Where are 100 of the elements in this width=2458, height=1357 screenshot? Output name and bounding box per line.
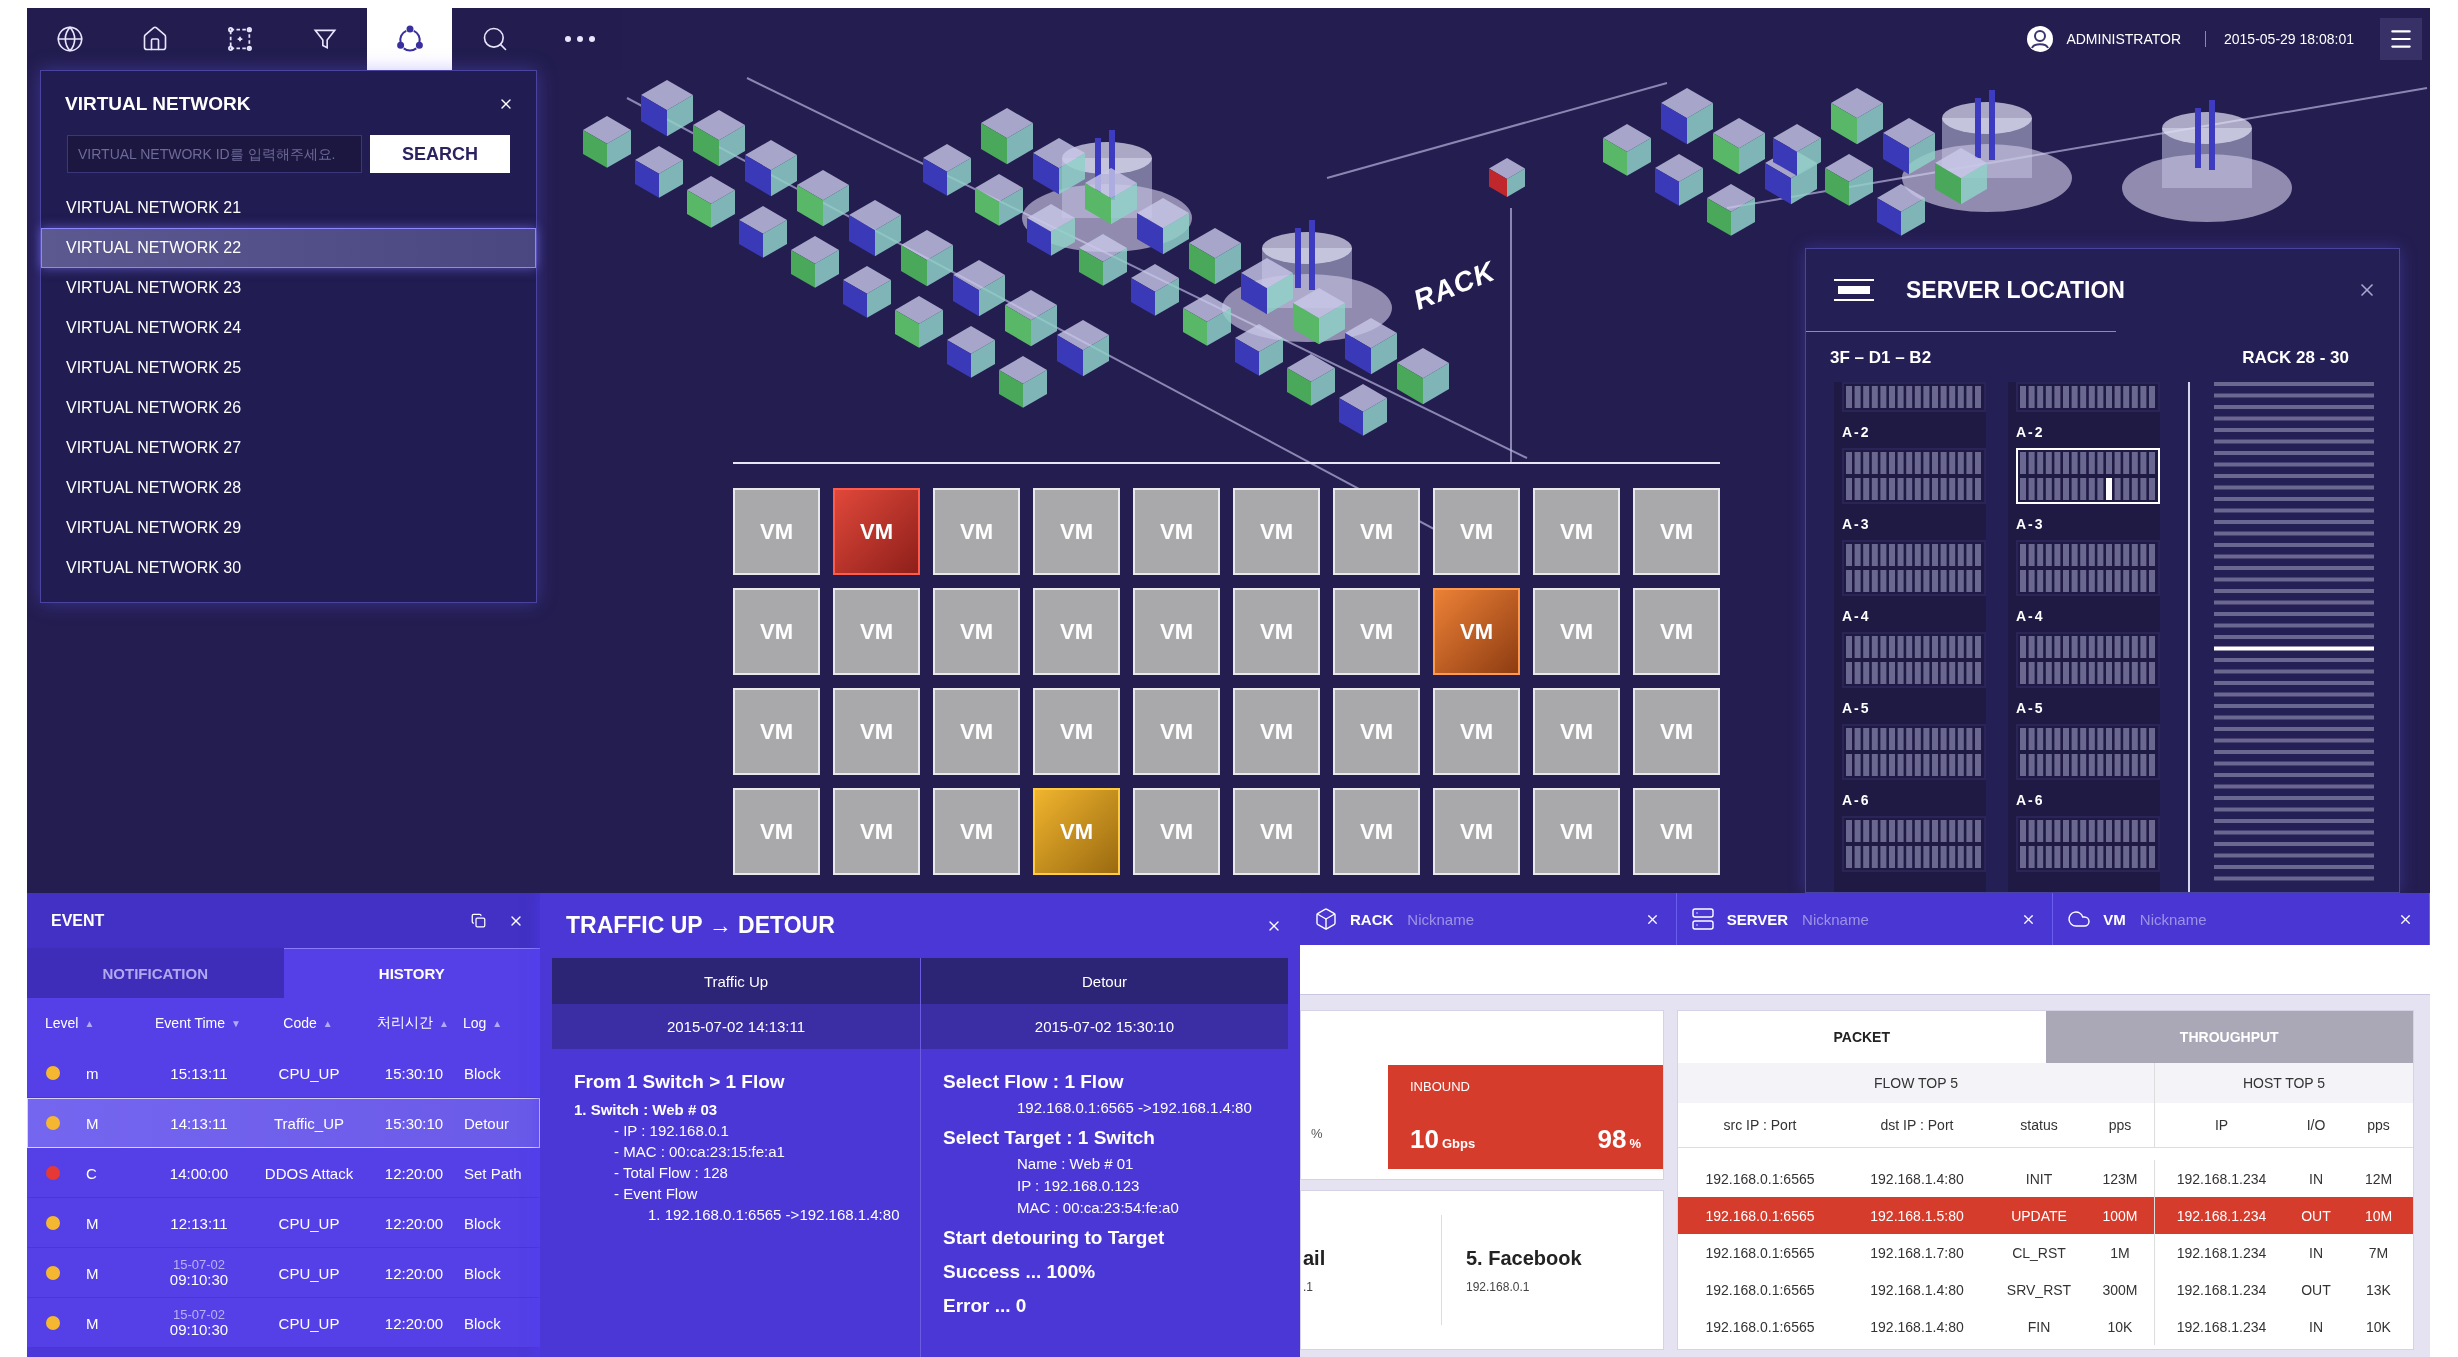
column-header: Traffic Up <box>552 958 920 1004</box>
tab[interactable]: NOTIFICATION <box>27 948 284 998</box>
vm-tile[interactable]: VM <box>933 788 1020 875</box>
column-header[interactable]: 처리시간 ▲ <box>363 1014 463 1032</box>
nickname-field[interactable]: Nickname <box>1800 909 2008 929</box>
menu-button[interactable] <box>2380 18 2422 60</box>
network-list-item[interactable]: VIRTUAL NETWORK 27 <box>41 428 536 468</box>
network-list-item[interactable]: VIRTUAL NETWORK 22 <box>41 228 536 268</box>
event-row[interactable]: M 15-07-02 09:10:30 CPU_UP 12:20:00 Block <box>27 1248 540 1298</box>
network-list-item[interactable]: VIRTUAL NETWORK 30 <box>41 548 536 588</box>
vm-tile[interactable]: VM <box>1033 488 1120 575</box>
vm-tile[interactable]: VM <box>733 688 820 775</box>
network-list-item[interactable]: VIRTUAL NETWORK 24 <box>41 308 536 348</box>
vm-tile[interactable]: VM <box>1533 588 1620 675</box>
table-cell-text: Block <box>464 1064 502 1082</box>
vm-tile[interactable]: VM <box>733 788 820 875</box>
vm-tile[interactable]: VM <box>1133 588 1220 675</box>
panel-title: VIRTUAL NETWORK <box>65 93 251 115</box>
network-list-item[interactable]: VIRTUAL NETWORK 21 <box>41 188 536 228</box>
server-slots-drawing[interactable] <box>1842 632 1986 688</box>
vm-tile[interactable]: VM <box>1233 788 1320 875</box>
vm-tile[interactable]: VM <box>1333 688 1420 775</box>
vm-tile[interactable]: VM <box>1633 688 1720 775</box>
network-list-item[interactable]: VIRTUAL NETWORK 26 <box>41 388 536 428</box>
vm-tile[interactable]: VM <box>1033 688 1120 775</box>
vm-tile[interactable]: VM <box>1333 788 1420 875</box>
network-list-item[interactable]: VIRTUAL NETWORK 29 <box>41 508 536 548</box>
column-header[interactable]: Code ▲ <box>253 1015 363 1031</box>
vm-tile[interactable]: VM <box>1033 588 1120 675</box>
vm-tile[interactable]: VM <box>733 488 820 575</box>
event-row[interactable]: m 15:13:11 CPU_UP 15:30:10 Block <box>27 1048 540 1098</box>
vm-tile[interactable]: VM <box>833 688 920 775</box>
server-slots-drawing[interactable] <box>1842 448 1986 504</box>
network-list-item[interactable]: VIRTUAL NETWORK 25 <box>41 348 536 388</box>
vm-tile[interactable]: VM <box>1533 788 1620 875</box>
vm-tile[interactable]: VM <box>1533 688 1620 775</box>
vm-tile[interactable]: VM <box>1033 788 1120 875</box>
column-header[interactable]: Log ▲ <box>463 1015 540 1031</box>
table-cell-text: CPU_UP <box>277 1264 341 1282</box>
tab[interactable]: HISTORY <box>283 948 540 998</box>
panel-title: SERVER LOCATION <box>1906 276 2126 304</box>
server-slots-drawing[interactable] <box>2016 816 2160 872</box>
search-button[interactable]: SEARCH <box>370 135 510 173</box>
table-cell-text: DDOS Attack <box>263 1164 355 1182</box>
search-field[interactable]: VIRTUAL NETWORK ID를 입력해주세요. <box>67 135 362 173</box>
server-slots-drawing[interactable] <box>1842 540 1986 596</box>
vm-tile[interactable]: VM <box>833 488 920 575</box>
selected-server-slots-drawing[interactable] <box>2016 448 2160 504</box>
vm-tile[interactable]: VM <box>1133 488 1220 575</box>
table-cell-text: 13K <box>2365 1280 2392 1300</box>
column-header[interactable]: Event Time ▼ <box>143 1015 253 1031</box>
vm-tile[interactable]: VM <box>1233 688 1320 775</box>
vm-tile[interactable]: VM <box>1633 788 1720 875</box>
detail-text: - Event Flow <box>613 1185 699 1202</box>
server-slots-drawing[interactable] <box>1842 382 1986 412</box>
nickname-field[interactable]: Nickname <box>1405 909 1631 929</box>
vm-tile[interactable]: VM <box>1433 788 1520 875</box>
vm-tile[interactable]: VM <box>1233 488 1320 575</box>
server-slots-drawing[interactable] <box>2016 632 2160 688</box>
server-slots-drawing[interactable] <box>2016 724 2160 780</box>
server-slots-drawing[interactable] <box>2016 382 2160 412</box>
server-unit-icon <box>1834 279 1874 301</box>
table-cell: 192.168.1.234 <box>2154 1197 2288 1234</box>
table-cell-text: 15:30:10 <box>383 1064 445 1082</box>
vm-tile[interactable]: VM <box>833 588 920 675</box>
vm-tile[interactable]: VM <box>733 588 820 675</box>
tab[interactable]: THROUGHPUT <box>2045 1011 2413 1063</box>
vm-tile[interactable]: VM <box>1433 688 1520 775</box>
network-list-item[interactable]: VIRTUAL NETWORK 28 <box>41 468 536 508</box>
vm-tile[interactable]: VM <box>1333 488 1420 575</box>
server-slots-drawing[interactable] <box>2016 540 2160 596</box>
vm-tile[interactable]: VM <box>1633 488 1720 575</box>
vm-tile[interactable]: VM <box>1133 688 1220 775</box>
vm-tile[interactable]: VM <box>1233 588 1320 675</box>
event-row[interactable]: C 14:00:00 DDOS Attack 12:20:00 Set Path <box>27 1148 540 1198</box>
vm-tile[interactable]: VM <box>1633 588 1720 675</box>
table-cell: 192.168.1.234 <box>2154 1271 2288 1308</box>
vm-tile[interactable]: VM <box>933 488 1020 575</box>
event-row[interactable]: M 15-07-02 09:10:30 CPU_UP 12:20:00 Block <box>27 1298 540 1348</box>
rack-group-label: A-6 <box>1842 792 1872 808</box>
column-header[interactable]: Level ▲ <box>45 1015 143 1031</box>
nickname-field[interactable]: Nickname <box>2137 909 2384 929</box>
column-header: src IP : Port <box>1678 1103 1842 1148</box>
vm-tile[interactable]: VM <box>1133 788 1220 875</box>
vm-tile[interactable]: VM <box>833 788 920 875</box>
toolbar-button[interactable] <box>367 8 452 70</box>
event-row[interactable]: M 14:13:11 Traffic_UP 15:30:10 Detour <box>27 1098 540 1148</box>
vm-tile[interactable]: VM <box>933 588 1020 675</box>
restore-button[interactable] <box>469 911 488 930</box>
server-slots-drawing[interactable] <box>1842 724 1986 780</box>
vm-tile[interactable]: VM <box>1533 488 1620 575</box>
vm-tile[interactable]: VM <box>1433 588 1520 675</box>
vm-tile[interactable]: VM <box>1433 488 1520 575</box>
column-header: Detour <box>921 958 1288 1004</box>
server-slots-drawing[interactable] <box>1842 816 1986 872</box>
network-list-item[interactable]: VIRTUAL NETWORK 23 <box>41 268 536 308</box>
vm-tile[interactable]: VM <box>1333 588 1420 675</box>
event-row[interactable]: M 12:13:11 CPU_UP 12:20:00 Block <box>27 1198 540 1248</box>
panel-title: TRAFFIC UP → DETOUR <box>566 912 835 939</box>
vm-tile[interactable]: VM <box>933 688 1020 775</box>
